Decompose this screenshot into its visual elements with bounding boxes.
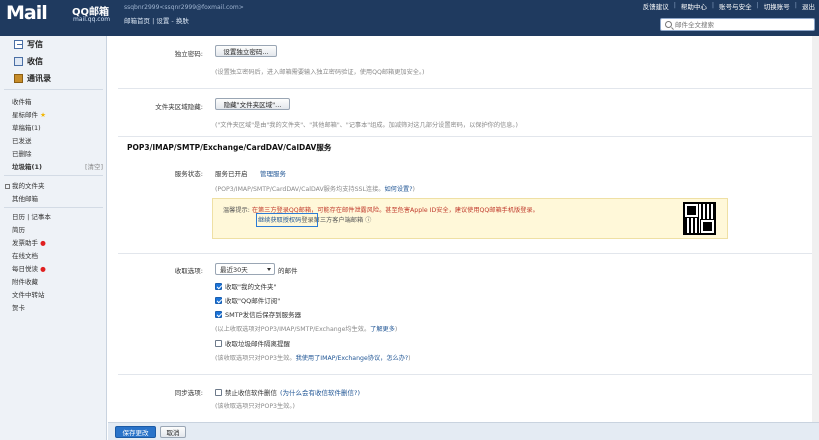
mail-search-box[interactable] (660, 18, 815, 31)
new-dot-icon: ● (40, 265, 46, 273)
new-dot-icon: ● (40, 239, 46, 247)
sidebar-item-inbox[interactable]: 收件箱 (12, 96, 32, 106)
section-divider (118, 374, 818, 375)
feedback-link[interactable]: 反馈建议 (643, 1, 669, 11)
sync-options-label: 同步选项: (174, 389, 203, 397)
help-circle-icon[interactable]: ⓘ (365, 217, 371, 224)
inbox-icon (14, 57, 23, 66)
sidebar-item-drafts[interactable]: 草稿箱(1) (12, 122, 41, 132)
section-divider (118, 136, 818, 137)
sidebar-item-my-folders[interactable]: 我的文件夹 (5, 180, 45, 190)
how-to-setup-link[interactable]: 如何设置? (384, 186, 412, 193)
sidebar-item-docs[interactable]: 在线文档 (12, 250, 38, 260)
receive-link[interactable]: 收信 (14, 56, 43, 67)
sidebar-item-spam[interactable]: 垃圾箱(1) (12, 161, 42, 171)
compose-link[interactable]: 写信 (14, 39, 43, 50)
folder-toggle-icon (5, 183, 10, 189)
receive-range-suffix: 的邮件 (278, 267, 298, 275)
help-link[interactable]: 帮助中心 (681, 1, 707, 11)
mail-search-input[interactable] (675, 20, 810, 30)
manage-service-link[interactable]: 管理服务 (260, 168, 286, 178)
write-icon (14, 40, 23, 49)
folder-region-hint: ("文件夹区域"是由"我的文件夹"、"其他邮箱"、"记事本"组成。加减筛对这几部… (215, 122, 518, 129)
section-divider (118, 88, 818, 89)
star-icon: ★ (40, 111, 46, 119)
why-client-delete-link[interactable]: (为什么会有收信软件删信?) (280, 387, 360, 397)
top-links: 反馈建议 | 帮助中心 | 账号与安全 | 切换账号 | 退出 (642, 1, 815, 11)
hide-folder-region-button[interactable]: 隐藏"文件夹区域"... (215, 98, 290, 110)
receive-qq-subscription-checkbox[interactable]: 收取"QQ邮件订阅" (215, 295, 280, 305)
breadcrumb-settings[interactable]: 设置 (156, 17, 169, 25)
settings-footer: 保存更改 取消 (108, 422, 819, 440)
logout-link[interactable]: 退出 (802, 1, 815, 11)
checkbox-checked-icon[interactable] (215, 282, 222, 290)
sidebar-item-attachments[interactable]: 附件收藏 (12, 276, 38, 286)
settings-main: 独立密码: 设置独立密码... (设置独立密码后，进入邮箱需要输入独立密码验证，… (108, 36, 819, 422)
breadcrumb-skin: 换肤 (175, 17, 189, 25)
sidebar-item-calendar[interactable]: 日历 | 记事本 (12, 211, 51, 221)
sidebar-item-invoice[interactable]: 发票助手 ● (12, 237, 46, 247)
sidebar-item-cards[interactable]: 贺卡 (12, 302, 25, 312)
folder-region-label: 文件夹区域隐藏: (155, 103, 203, 111)
contacts-link[interactable]: 通讯录 (14, 73, 51, 84)
spam-reminder-checkbox[interactable]: 收取垃圾邮件隔离提醒 (215, 338, 290, 348)
checkbox-unchecked-icon[interactable] (215, 339, 222, 347)
receive-range-select[interactable]: 最近30天 (215, 263, 275, 275)
receive-my-folders-checkbox[interactable]: 收取"我的文件夹" (215, 281, 276, 291)
sidebar-item-starred[interactable]: 星标邮件 ★ (12, 109, 46, 119)
breadcrumb: 邮箱首页 | 设置 - 换肤 (124, 17, 189, 25)
service-status-value: 服务已开启 (215, 170, 248, 178)
vertical-scrollbar[interactable] (812, 36, 819, 422)
sidebar-divider (4, 89, 103, 90)
contacts-icon (14, 74, 23, 83)
switch-account-link[interactable]: 切换账号 (764, 1, 790, 11)
spam-option-hint: (该收取选项只对POP3生效。我使用了IMAP/Exchange协议，怎么办?) (215, 355, 411, 362)
cancel-button[interactable]: 取消 (160, 426, 186, 438)
qqmail-logo[interactable]: Mail (6, 2, 48, 24)
sidebar-item-resume[interactable]: 简历 (12, 224, 25, 234)
account-address: ssqbnr2999<ssqnr2999@foxmail.com> (124, 4, 244, 11)
section-divider (118, 253, 818, 254)
sync-options-hint: (该收取选项只对POP3生效。) (215, 403, 295, 410)
top-header: Mail QQ邮箱 mail.qq.com ssqbnr2999<ssqnr29… (0, 0, 819, 36)
independent-password-hint: (设置独立密码后，进入邮箱需要输入独立密码验证，使用QQ邮箱更加安全。) (215, 69, 425, 76)
checkbox-unchecked-icon[interactable] (215, 388, 222, 396)
qqmail-logo-url: mail.qq.com (73, 16, 111, 23)
search-icon[interactable] (665, 21, 672, 28)
sidebar-divider (4, 207, 103, 208)
set-independent-password-button[interactable]: 设置独立密码... (215, 45, 277, 57)
service-status-label: 服务状态: (174, 170, 203, 178)
empty-spam-link[interactable]: [清空] (85, 161, 103, 171)
sidebar-item-file-transfer[interactable]: 文件中转站 (12, 289, 45, 299)
breadcrumb-home[interactable]: 邮箱首页 (124, 17, 150, 25)
checkbox-checked-icon[interactable] (215, 296, 222, 304)
sidebar-item-deleted[interactable]: 已删除 (12, 148, 32, 158)
warning-prefix: 温馨提示: (223, 207, 250, 214)
learn-more-link[interactable]: 了解更多 (370, 326, 395, 333)
account-security-link[interactable]: 账号与安全 (719, 1, 752, 11)
receive-options-hint: (以上收取选项对POP3/IMAP/SMTP/Exchange均生效。了解更多) (215, 326, 398, 333)
qr-code-image (683, 202, 716, 235)
sidebar-divider (4, 175, 103, 176)
forbid-client-delete-checkbox[interactable]: 禁止收信软件删信 (为什么会有收信软件删信?) (215, 387, 360, 397)
pop3-section-title: POP3/IMAP/SMTP/Exchange/CardDAV/CalDAV服务 (127, 143, 332, 152)
service-status-hint: (POP3/IMAP/SMTP/CardDAV/CalDAV服务均支持SSL连接… (215, 186, 415, 193)
focus-highlight (256, 213, 318, 227)
sidebar-item-sent[interactable]: 已发送 (12, 135, 32, 145)
chevron-down-icon (267, 268, 271, 271)
receive-options-label: 收取选项: (174, 267, 203, 275)
sidebar-item-other-mail[interactable]: 其他邮箱 (12, 193, 38, 203)
independent-password-label: 独立密码: (174, 50, 203, 58)
left-sidebar: 写信 收信 通讯录 收件箱 星标邮件 ★ 草稿箱(1) 已发送 已删除 垃圾箱(… (0, 36, 107, 440)
sidebar-item-daily-read[interactable]: 每日悦读 ● (12, 263, 46, 273)
checkbox-checked-icon[interactable] (215, 310, 222, 318)
imap-exchange-help-link[interactable]: 我使用了IMAP/Exchange协议，怎么办? (296, 355, 409, 362)
save-changes-button[interactable]: 保存更改 (115, 426, 156, 438)
smtp-save-to-server-checkbox[interactable]: SMTP发信后保存到服务器 (215, 309, 301, 319)
